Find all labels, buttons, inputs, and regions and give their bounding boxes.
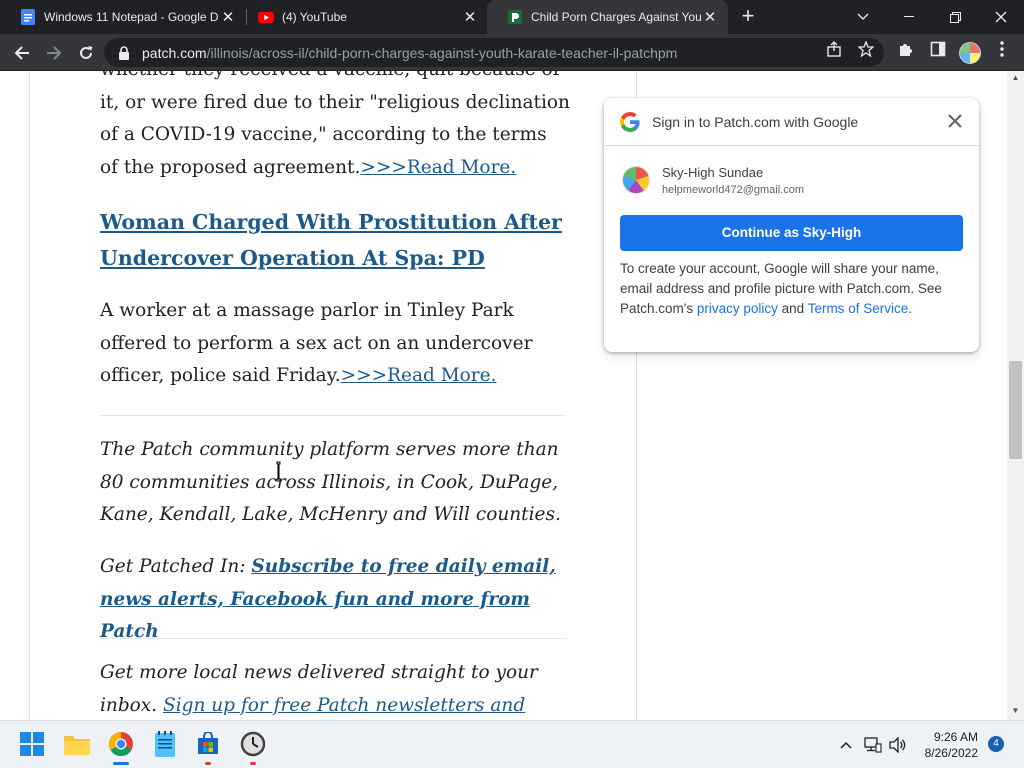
restore-icon[interactable] [932, 0, 978, 34]
windows-start-icon[interactable] [17, 729, 47, 759]
taskbar-clock[interactable]: 9:26 AM 8/26/2022 [910, 729, 978, 761]
app-indicator [250, 762, 256, 765]
close-tab-icon[interactable]: ✕ [462, 9, 478, 26]
tab-youtube[interactable]: (4) YouTube ✕ [238, 0, 488, 34]
disclaimer-and: and [777, 301, 808, 316]
google-docs-icon [20, 9, 36, 25]
clock-app-icon[interactable] [238, 729, 268, 759]
url-host: patch.com [142, 44, 207, 61]
url-path: /illinois/across-il/child-porn-charges-a… [206, 44, 678, 61]
extensions-puzzle-icon[interactable] [897, 40, 915, 58]
article-paragraph: whether they received a vaccine, quit be… [100, 71, 570, 184]
read-more-link[interactable]: >>>Read More. [341, 365, 497, 386]
clock-time: 9:26 AM [933, 730, 978, 744]
network-icon[interactable] [863, 735, 883, 755]
lock-icon[interactable] [118, 45, 132, 60]
back-arrow-icon[interactable] [8, 39, 36, 67]
tab-title: Windows 11 Notepad - Google D [44, 10, 219, 24]
terms-of-service-link[interactable]: Terms of Service [808, 301, 909, 316]
page-border-left [29, 71, 30, 720]
article-paragraph: A worker at a massage parlor in Tinley P… [100, 295, 570, 393]
privacy-policy-link[interactable]: privacy policy [697, 301, 778, 316]
microsoft-store-icon[interactable] [193, 729, 223, 759]
read-more-link[interactable]: >>>Read More. [360, 157, 516, 178]
close-tab-icon[interactable]: ✕ [702, 9, 718, 26]
page-scrollbar[interactable]: ▲ ▼ [1007, 71, 1024, 720]
patched-in-prefix: Get Patched In: [100, 556, 252, 577]
notification-count-badge[interactable]: 4 [988, 736, 1004, 752]
community-text: The Patch community platform serves more… [100, 439, 561, 525]
address-bar[interactable]: patch.com/illinois/across-il/child-porn-… [104, 38, 884, 67]
chrome-icon[interactable] [106, 729, 136, 759]
active-app-indicator [113, 762, 129, 765]
new-tab-button[interactable]: + [736, 5, 760, 29]
google-logo-icon [620, 112, 640, 132]
newsletter-signup-link[interactable]: Sign up for free Patch newsletters and a… [100, 695, 525, 721]
file-explorer-icon[interactable] [62, 729, 92, 759]
windows-taskbar: 9:26 AM 8/26/2022 4 [0, 720, 1024, 768]
web-page: whether they received a vaccine, quit be… [0, 71, 1024, 720]
account-avatar [622, 166, 650, 194]
bookmark-star-icon[interactable] [857, 40, 875, 58]
local-news-paragraph: Get more local news delivered straight t… [100, 657, 570, 720]
minimize-icon[interactable] [886, 0, 932, 34]
dialog-title: Sign in to Patch.com with Google [652, 114, 859, 130]
google-signin-dialog: Sign in to Patch.com with Google Sky-Hig… [604, 98, 979, 352]
continue-as-button[interactable]: Continue as Sky-High [620, 215, 963, 251]
scroll-up-arrow-icon[interactable]: ▲ [1007, 71, 1024, 85]
youtube-icon [258, 9, 274, 25]
disclaimer-end: . [908, 301, 912, 316]
patched-in-paragraph: Get Patched In: Subscribe to free daily … [100, 551, 570, 649]
dialog-header: Sign in to Patch.com with Google [604, 98, 979, 146]
share-icon[interactable] [825, 40, 843, 58]
volume-icon[interactable] [888, 735, 908, 755]
dialog-disclaimer: To create your account, Google will shar… [620, 259, 965, 319]
scroll-down-arrow-icon[interactable]: ▼ [1007, 704, 1024, 718]
scrollbar-thumb[interactable] [1009, 361, 1022, 459]
browser-toolbar: patch.com/illinois/across-il/child-porn-… [0, 34, 1024, 71]
account-name: Sky-High Sundae [662, 165, 764, 180]
notepad-icon[interactable] [150, 729, 180, 759]
close-icon[interactable] [944, 111, 966, 133]
clock-date: 8/26/2022 [924, 746, 978, 760]
tab-strip: Windows 11 Notepad - Google D ✕ (4) YouT… [0, 0, 1024, 34]
reload-icon[interactable] [72, 39, 100, 67]
tab-search-icon[interactable] [840, 0, 886, 34]
profile-avatar[interactable] [959, 42, 981, 64]
account-email: helpmeworld472@gmail.com [662, 184, 805, 196]
close-window-icon[interactable] [978, 0, 1024, 34]
divider [100, 638, 566, 639]
side-panel-icon[interactable] [929, 40, 947, 58]
tab-title: Child Porn Charges Against Youth [531, 10, 702, 24]
mouse-cursor-icon [272, 461, 286, 483]
browser-window: Windows 11 Notepad - Google D ✕ (4) YouT… [0, 0, 1024, 768]
show-hidden-icons-chevron-icon[interactable] [836, 735, 856, 755]
app-indicator [205, 762, 211, 765]
divider [100, 415, 566, 416]
tab-patch-article[interactable]: Child Porn Charges Against Youth ✕ [487, 0, 728, 34]
patch-icon [507, 9, 523, 25]
tab-google-docs[interactable]: Windows 11 Notepad - Google D ✕ [0, 0, 246, 34]
tab-title: (4) YouTube [282, 10, 347, 24]
article-headline-link[interactable]: Woman Charged With Prostitution After Un… [100, 204, 570, 276]
forward-arrow-icon[interactable] [40, 39, 68, 67]
menu-kebab-icon[interactable] [993, 40, 1011, 58]
close-tab-icon[interactable]: ✕ [220, 9, 236, 26]
url-text: patch.com/illinois/across-il/child-porn-… [142, 45, 677, 61]
